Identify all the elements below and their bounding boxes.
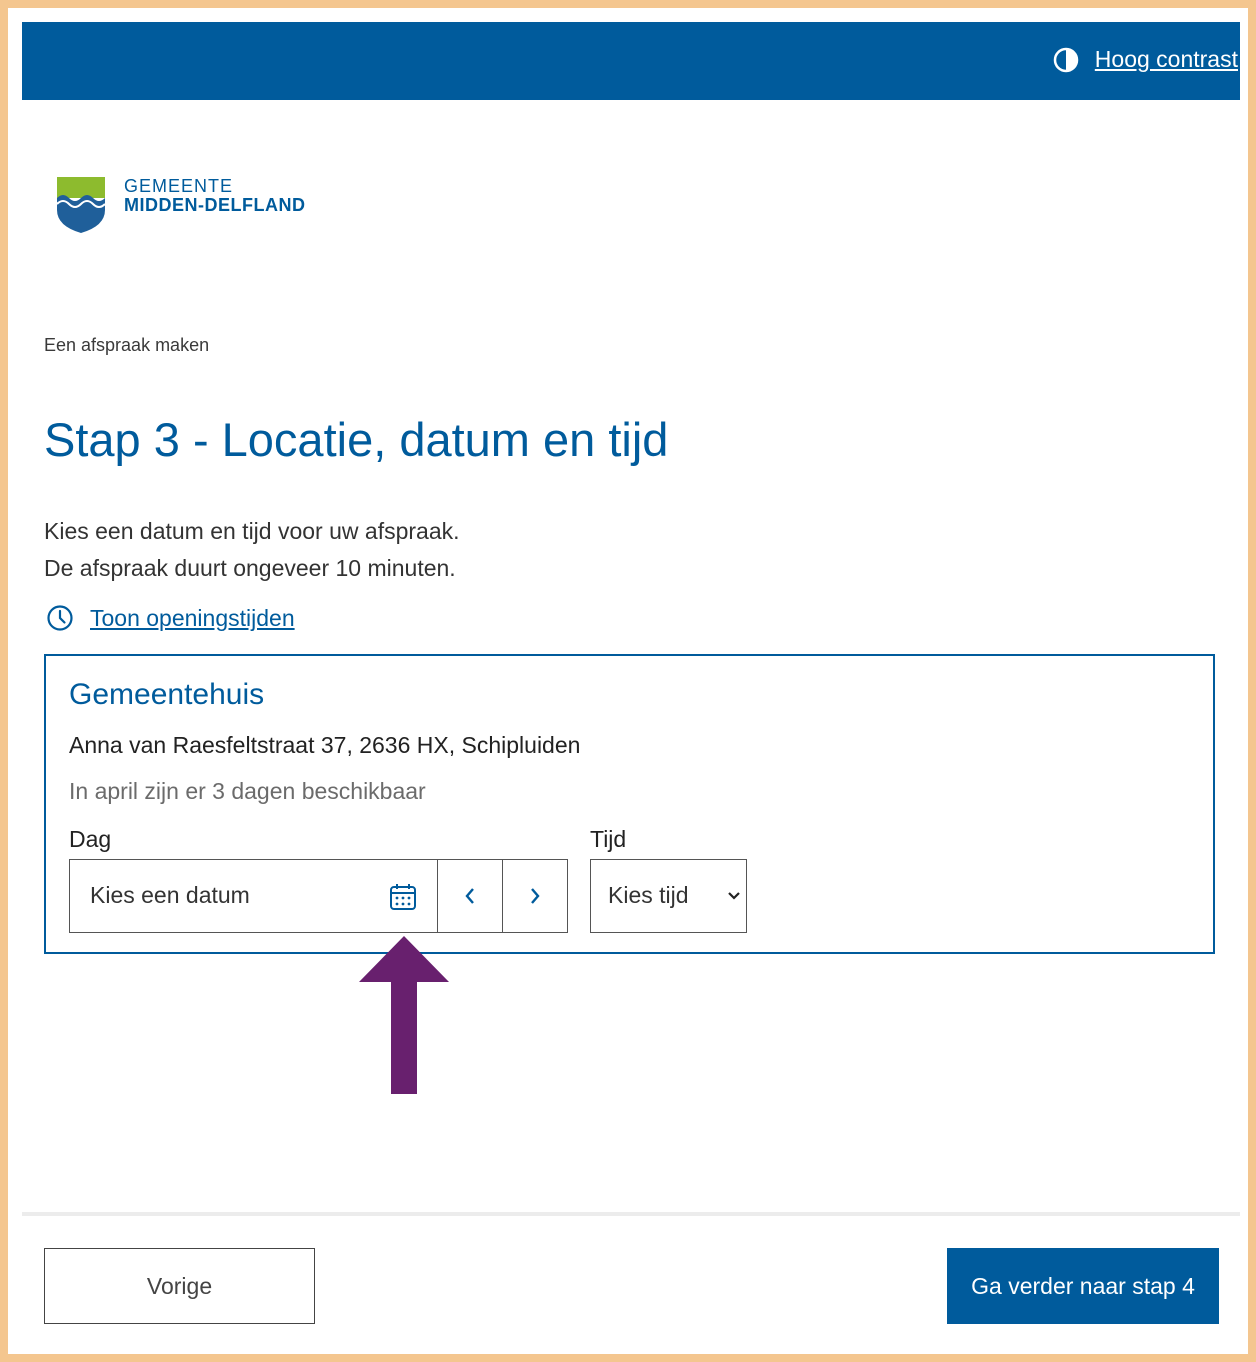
page-title: Stap 3 - Locatie, datum en tijd xyxy=(44,413,669,466)
opening-hours-link[interactable]: Toon openingstijden xyxy=(46,604,295,632)
logo-line-name: MIDDEN-DELFLAND xyxy=(124,195,306,215)
intro-text-line-1: Kies een datum en tijd voor uw afspraak. xyxy=(44,518,460,544)
chevron-left-icon xyxy=(465,888,474,904)
time-label: Tijd xyxy=(590,826,627,852)
clock-icon xyxy=(47,605,73,631)
high-contrast-toggle[interactable]: Hoog contrast xyxy=(1053,46,1238,73)
logo-text: GEMEENTE MIDDEN-DELFLAND xyxy=(124,177,305,215)
chevron-right-icon xyxy=(531,888,540,904)
availability-text: In april zijn er 3 dagen beschikbaar xyxy=(69,778,426,804)
next-step-button[interactable]: Ga verder naar stap 4 xyxy=(947,1248,1219,1324)
footer-divider xyxy=(22,1212,1240,1216)
date-placeholder: Kies een datum xyxy=(90,882,250,908)
opening-hours-label[interactable]: Toon openingstijden xyxy=(90,605,295,632)
arrow-up-annotation xyxy=(359,936,449,1094)
contrast-icon xyxy=(1053,47,1079,72)
intro-text-line-2: De afspraak duurt ongeveer 10 minuten. xyxy=(44,555,456,581)
next-day-button[interactable] xyxy=(502,859,568,933)
location-name: Gemeentehuis xyxy=(69,678,265,711)
location-address: Anna van Raesfeltstraat 37, 2636 HX, Sch… xyxy=(69,732,581,758)
previous-day-button[interactable] xyxy=(437,859,503,933)
time-placeholder: Kies tijd xyxy=(608,882,689,908)
breadcrumb: Een afspraak maken xyxy=(44,335,210,355)
time-select[interactable]: Kies tijd xyxy=(590,859,747,933)
municipality-logo[interactable]: GEMEENTE MIDDEN-DELFLAND xyxy=(56,176,305,234)
calendar-icon[interactable] xyxy=(389,883,417,911)
location-card: Gemeentehuis Anna van Raesfeltstraat 37,… xyxy=(44,654,1215,954)
top-bar: Hoog contrast xyxy=(22,22,1240,100)
previous-step-button[interactable]: Vorige xyxy=(44,1248,315,1324)
municipality-shield-logo xyxy=(56,177,106,233)
high-contrast-label[interactable]: Hoog contrast xyxy=(1095,46,1238,73)
day-label: Dag xyxy=(69,826,112,852)
logo-line-gemeente: GEMEENTE xyxy=(124,176,234,196)
date-input[interactable]: Kies een datum xyxy=(69,859,438,933)
page-frame: Hoog contrast GEMEENTE MIDDEN-DELFLAND E… xyxy=(8,8,1248,1354)
chevron-down-icon xyxy=(728,892,740,900)
